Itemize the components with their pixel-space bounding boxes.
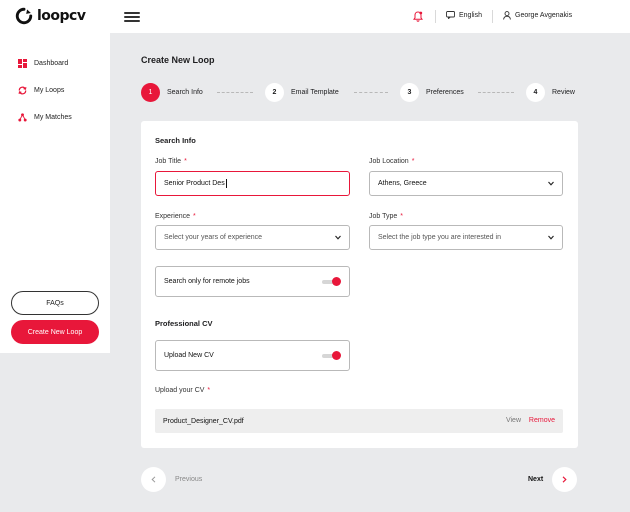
create-new-loop-button[interactable]: Create New Loop xyxy=(11,320,99,344)
top-bar: loopcv English George Avgenakis xyxy=(0,0,630,33)
language-selector[interactable]: English xyxy=(446,11,482,19)
experience-label: Experience * xyxy=(155,213,196,220)
step-search-info[interactable]: 1 Search Info xyxy=(141,83,203,102)
job-location-value: Athens, Greece xyxy=(378,180,427,187)
text-cursor xyxy=(225,179,227,188)
logo-text: loopcv xyxy=(37,8,86,24)
dashboard-icon xyxy=(18,59,27,68)
step-connector xyxy=(217,92,253,93)
section-title-professional-cv: Professional CV xyxy=(155,319,213,328)
chevron-down-icon xyxy=(548,181,554,186)
bell-icon[interactable] xyxy=(413,11,423,22)
previous-label[interactable]: Previous xyxy=(175,476,202,483)
previous-button[interactable] xyxy=(141,467,166,492)
upload-new-cv-toggle[interactable] xyxy=(322,351,341,360)
job-location-label: Job Location * xyxy=(369,158,415,165)
chat-icon xyxy=(446,11,455,19)
user-name: George Avgenakis xyxy=(515,12,573,19)
menu-toggle-icon[interactable] xyxy=(124,12,140,22)
step-email-template[interactable]: 2 Email Template xyxy=(265,83,339,102)
step-connector xyxy=(478,92,514,93)
user-menu[interactable]: George Avgenakis xyxy=(503,11,572,20)
sidebar-item-label: Dashboard xyxy=(34,60,69,67)
job-type-label: Job Type * xyxy=(369,213,404,220)
sidebar-item-label: My Matches xyxy=(34,114,72,121)
sidebar-item-my-loops[interactable]: My Loops xyxy=(18,86,64,95)
step-preferences[interactable]: 3 Preferences xyxy=(400,83,464,102)
experience-select[interactable]: Select your years of experience xyxy=(155,225,350,250)
sidebar-item-my-matches[interactable]: My Matches xyxy=(18,113,72,122)
upload-cv-label: Upload your CV * xyxy=(155,387,211,394)
search-info-card: Search Info Job Title * Senior Product De… xyxy=(141,121,578,448)
user-icon xyxy=(503,11,511,20)
experience-placeholder: Select your years of experience xyxy=(164,234,263,241)
cv-file-row: Product_Designer_CV.pdf View Remove xyxy=(155,409,563,433)
chevron-down-icon xyxy=(335,235,341,240)
remote-jobs-toggle-row[interactable]: Search only for remote jobs xyxy=(155,266,350,297)
chevron-right-icon xyxy=(562,476,567,483)
remote-jobs-label: Search only for remote jobs xyxy=(164,278,250,285)
job-type-placeholder: Select the job type you are interested i… xyxy=(378,234,501,241)
section-title-search-info: Search Info xyxy=(155,136,196,145)
language-label: English xyxy=(459,11,482,19)
remove-cv-link[interactable]: Remove xyxy=(529,417,555,424)
loop-icon xyxy=(18,86,27,95)
job-type-select[interactable]: Select the job type you are interested i… xyxy=(369,225,563,250)
step-review[interactable]: 4 Review xyxy=(526,83,575,102)
chevron-down-icon xyxy=(548,235,554,240)
remote-jobs-toggle[interactable] xyxy=(322,277,341,286)
page-title: Create New Loop xyxy=(141,55,215,65)
cv-filename: Product_Designer_CV.pdf xyxy=(163,417,244,425)
header-divider xyxy=(435,10,436,23)
step-label: Review xyxy=(552,89,575,96)
step-number: 1 xyxy=(141,83,160,102)
logo[interactable]: loopcv xyxy=(15,7,86,25)
job-title-value: Senior Product Des xyxy=(164,180,225,187)
step-number: 4 xyxy=(526,83,545,102)
chevron-left-icon xyxy=(151,476,156,483)
job-title-label: Job Title * xyxy=(155,158,187,165)
sidebar-item-label: My Loops xyxy=(34,87,65,94)
matches-icon xyxy=(18,113,27,122)
loopcv-logo-icon xyxy=(15,7,33,25)
sidebar: Dashboard My Loops My Matches FAQs Creat… xyxy=(0,33,110,353)
header-divider xyxy=(492,10,493,23)
job-location-select[interactable]: Athens, Greece xyxy=(369,171,563,196)
view-cv-link[interactable]: View xyxy=(506,417,521,424)
next-label[interactable]: Next xyxy=(528,476,543,483)
next-button[interactable] xyxy=(552,467,577,492)
faq-button[interactable]: FAQs xyxy=(11,291,99,315)
sidebar-item-dashboard[interactable]: Dashboard xyxy=(18,59,68,68)
upload-new-cv-label: Upload New CV xyxy=(164,352,214,359)
step-connector xyxy=(354,92,388,93)
step-number: 2 xyxy=(265,83,284,102)
job-title-input[interactable]: Senior Product Des xyxy=(155,171,350,196)
step-label: Search Info xyxy=(167,89,203,96)
step-label: Email Template xyxy=(291,89,339,96)
step-label: Preferences xyxy=(426,89,464,96)
upload-new-cv-toggle-row[interactable]: Upload New CV xyxy=(155,340,350,371)
step-number: 3 xyxy=(400,83,419,102)
